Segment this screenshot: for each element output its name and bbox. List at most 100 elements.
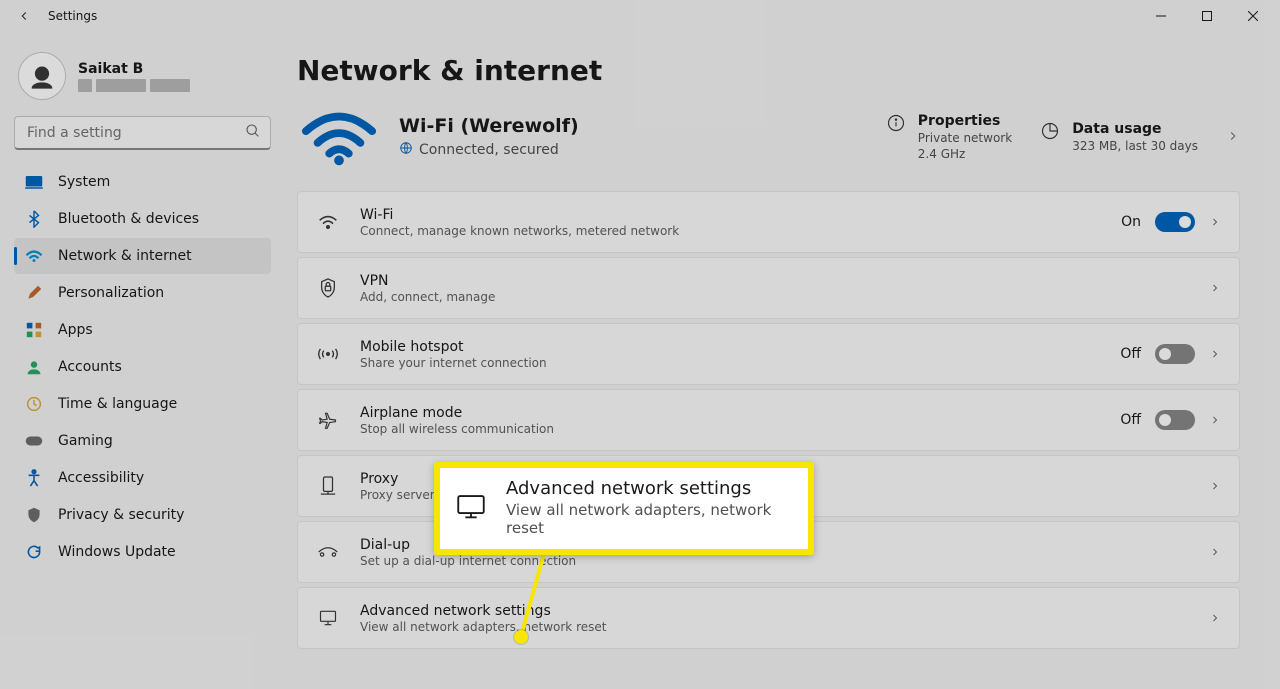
- sidebar-item-label: Personalization: [58, 285, 164, 301]
- sidebar-item-label: Apps: [58, 322, 93, 338]
- sidebar-item-label: Accessibility: [58, 470, 144, 486]
- accounts-icon: [24, 357, 44, 377]
- row-advanced-network-settings[interactable]: Advanced network settingsView all networ…: [297, 587, 1240, 649]
- sidebar-item-label: Gaming: [58, 433, 113, 449]
- sidebar-item-label: Bluetooth & devices: [58, 211, 199, 227]
- search-icon: [245, 123, 261, 143]
- maximize-button[interactable]: [1184, 0, 1230, 32]
- wifi-icon: [316, 210, 340, 234]
- sidebar-item-time-language[interactable]: Time & language: [14, 386, 271, 422]
- monitor-icon: [454, 489, 488, 527]
- callout-marker: [514, 630, 528, 644]
- chevron-right-icon: [1209, 279, 1221, 298]
- properties-title: Properties: [918, 113, 1012, 129]
- callout: Advanced network settings View all netwo…: [434, 462, 814, 555]
- row-title: VPN: [360, 273, 1209, 289]
- sidebar-item-label: Time & language: [58, 396, 177, 412]
- hotspot-icon: [316, 342, 340, 366]
- chevron-right-icon: [1209, 213, 1221, 232]
- data-usage-icon: [1040, 121, 1060, 145]
- minimize-button[interactable]: [1138, 0, 1184, 32]
- toggle[interactable]: [1155, 212, 1195, 232]
- settings-list: Wi-FiConnect, manage known networks, met…: [297, 191, 1240, 649]
- avatar: [18, 52, 66, 100]
- sidebar-item-network-internet[interactable]: Network & internet: [14, 238, 271, 274]
- title-bar: Settings: [0, 0, 1280, 32]
- personalization-icon: [24, 283, 44, 303]
- chevron-right-icon: [1209, 345, 1221, 364]
- sidebar-item-label: Accounts: [58, 359, 122, 375]
- chevron-right-icon: [1209, 609, 1221, 628]
- accessibility-icon: [24, 468, 44, 488]
- row-subtitle: Add, connect, manage: [360, 290, 1209, 304]
- chevron-right-icon[interactable]: [1226, 128, 1240, 147]
- sidebar-item-label: Network & internet: [58, 248, 192, 264]
- account-meta: [78, 79, 190, 92]
- properties-line1: Private network: [918, 131, 1012, 145]
- main-content: Network & internet Wi-Fi (Werewolf) Conn…: [285, 32, 1280, 689]
- row-mobile-hotspot[interactable]: Mobile hotspotShare your internet connec…: [297, 323, 1240, 385]
- toggle-label: On: [1121, 214, 1141, 230]
- close-button[interactable]: [1230, 0, 1276, 32]
- row-subtitle: View all network adapters, network reset: [360, 620, 1209, 634]
- sidebar-item-windows-update[interactable]: Windows Update: [14, 534, 271, 570]
- sidebar-item-apps[interactable]: Apps: [14, 312, 271, 348]
- row-title: Advanced network settings: [360, 603, 1209, 619]
- vpn-icon: [316, 276, 340, 300]
- row-vpn[interactable]: VPNAdd, connect, manage: [297, 257, 1240, 319]
- search-box[interactable]: [14, 116, 271, 150]
- nav: System Bluetooth & devices Network & inter…: [14, 164, 271, 570]
- chevron-right-icon: [1209, 411, 1221, 430]
- toggle-label: Off: [1120, 346, 1141, 362]
- sidebar-item-accounts[interactable]: Accounts: [14, 349, 271, 385]
- sidebar-item-bluetooth-devices[interactable]: Bluetooth & devices: [14, 201, 271, 237]
- sidebar-item-system[interactable]: System: [14, 164, 271, 200]
- row-title: Airplane mode: [360, 405, 1120, 421]
- window-title: Settings: [48, 9, 97, 23]
- row-subtitle: Set up a dial-up internet connection: [360, 554, 1209, 568]
- page-title: Network & internet: [297, 54, 1240, 87]
- sidebar: Saikat B System Bluetooth & devices Networ…: [0, 32, 285, 689]
- sidebar-item-label: Privacy & security: [58, 507, 184, 523]
- network-state-line: Connected, secured: [399, 141, 579, 159]
- row-title: Wi-Fi: [360, 207, 1121, 223]
- windows-update-icon: [24, 542, 44, 562]
- apps-icon: [24, 320, 44, 340]
- chevron-right-icon: [1209, 543, 1221, 562]
- system-icon: [24, 172, 44, 192]
- gaming-icon: [24, 431, 44, 451]
- properties-card[interactable]: Properties Private network 2.4 GHz: [886, 113, 1012, 161]
- network-ssid: Wi-Fi (Werewolf): [399, 115, 579, 137]
- row-subtitle: Share your internet connection: [360, 356, 1120, 370]
- sidebar-item-privacy-security[interactable]: Privacy & security: [14, 497, 271, 533]
- time-language-icon: [24, 394, 44, 414]
- usage-card[interactable]: Data usage 323 MB, last 30 days: [1040, 121, 1198, 153]
- privacy-icon: [24, 505, 44, 525]
- search-input[interactable]: [14, 116, 271, 150]
- row-wi-fi[interactable]: Wi-FiConnect, manage known networks, met…: [297, 191, 1240, 253]
- sidebar-item-label: Windows Update: [58, 544, 176, 560]
- back-button[interactable]: [4, 0, 44, 32]
- callout-sub: View all network adapters, network reset: [506, 501, 794, 537]
- row-airplane-mode[interactable]: Airplane modeStop all wireless communica…: [297, 389, 1240, 451]
- chevron-right-icon: [1209, 477, 1221, 496]
- account-name: Saikat B: [78, 61, 190, 77]
- monitor-icon: [316, 606, 340, 630]
- globe-icon: [399, 141, 413, 159]
- sidebar-item-gaming[interactable]: Gaming: [14, 423, 271, 459]
- row-title: Mobile hotspot: [360, 339, 1120, 355]
- usage-line: 323 MB, last 30 days: [1072, 139, 1198, 153]
- sidebar-item-personalization[interactable]: Personalization: [14, 275, 271, 311]
- toggle[interactable]: [1155, 344, 1195, 364]
- info-icon: [886, 113, 906, 137]
- account-header[interactable]: Saikat B: [14, 44, 271, 112]
- toggle-label: Off: [1120, 412, 1141, 428]
- network-status: Wi-Fi (Werewolf) Connected, secured Prop…: [297, 105, 1240, 169]
- row-subtitle: Connect, manage known networks, metered …: [360, 224, 1121, 238]
- airplane-icon: [316, 408, 340, 432]
- network-state: Connected, secured: [419, 142, 559, 158]
- sidebar-item-accessibility[interactable]: Accessibility: [14, 460, 271, 496]
- sidebar-item-label: System: [58, 174, 110, 190]
- toggle[interactable]: [1155, 410, 1195, 430]
- dialup-icon: [316, 540, 340, 564]
